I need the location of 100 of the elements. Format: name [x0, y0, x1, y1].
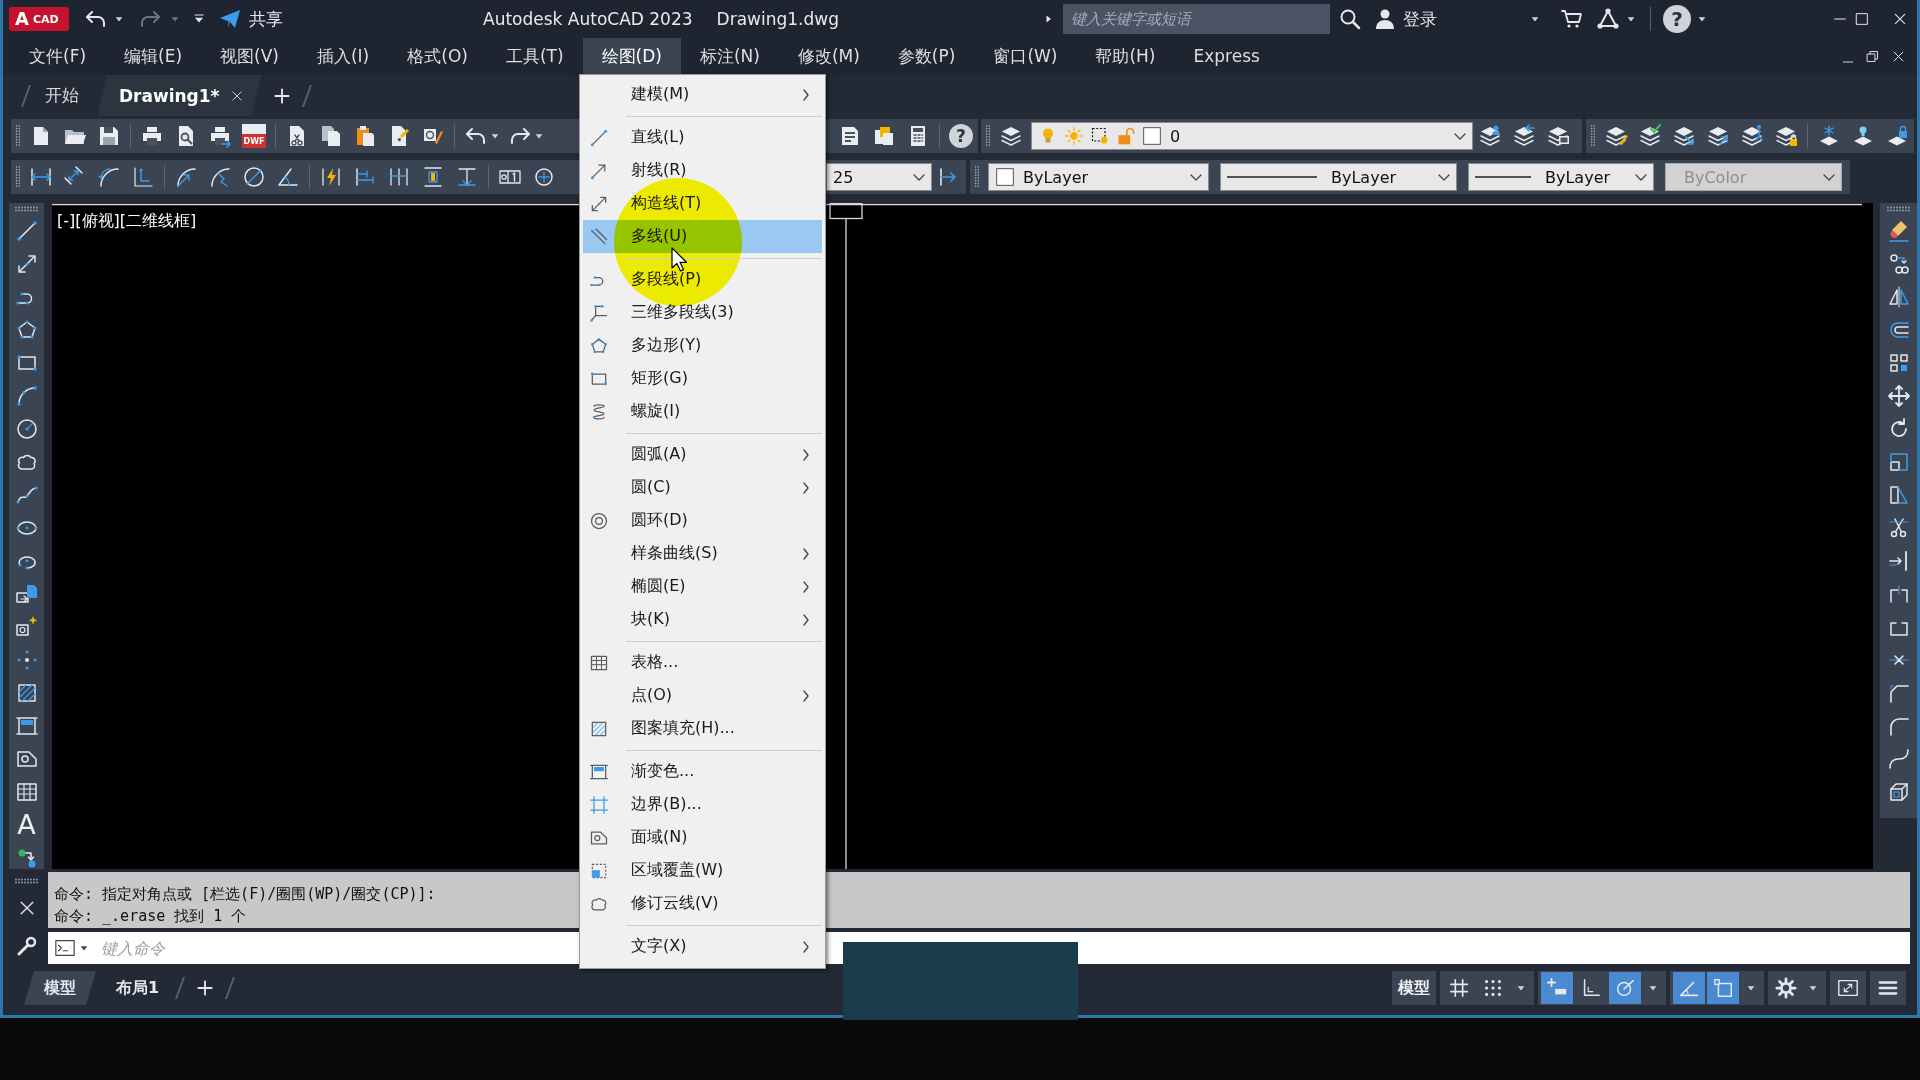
dim-linear-icon[interactable]: [29, 165, 53, 189]
dim-arc-icon[interactable]: [97, 165, 121, 189]
chevron-down-icon[interactable]: [913, 172, 925, 182]
layer-arrow-down-icon[interactable]: [1672, 124, 1696, 148]
menu-bar-item[interactable]: 修改(M): [778, 38, 879, 75]
menu-item[interactable]: 椭圆(E): [583, 570, 822, 603]
chevron-down-icon[interactable]: [1454, 131, 1466, 141]
menu-bar-item[interactable]: 格式(O): [388, 38, 487, 75]
triangle-nodes-icon[interactable]: [1596, 7, 1620, 31]
layer-dropdown[interactable]: 0: [1031, 122, 1473, 150]
share-button[interactable]: 共享: [218, 7, 283, 31]
file-tab[interactable]: 开始: [27, 75, 97, 116]
color-swatch-icon[interactable]: [1142, 126, 1162, 146]
caret-icon[interactable]: [1626, 14, 1636, 24]
menu-item[interactable]: 射线(R): [583, 154, 822, 187]
menu-bar-item[interactable]: Express: [1174, 38, 1279, 75]
chevron-down-icon[interactable]: [1190, 172, 1202, 182]
layout-tab[interactable]: 布局1: [96, 971, 180, 1005]
menu-item[interactable]: 表格...: [583, 646, 822, 679]
layer-figure-icon[interactable]: [1740, 124, 1764, 148]
layer-check-icon[interactable]: [1638, 124, 1662, 148]
menu-item[interactable]: 直线(L): [583, 121, 822, 154]
mirror-triangles-icon[interactable]: [1886, 284, 1911, 309]
color-dropdown[interactable]: ByLayer: [988, 163, 1209, 191]
menu-item[interactable]: 面域(N): [583, 821, 822, 854]
caret-icon[interactable]: [1530, 14, 1540, 24]
dimension-style-dropdown[interactable]: 25: [826, 163, 932, 191]
arc-icon[interactable]: [14, 383, 39, 408]
lineweight-dropdown[interactable]: ByLayer: [1468, 163, 1654, 191]
nested-squares-toggle[interactable]: [1707, 972, 1739, 1004]
layer-brush-icon[interactable]: [1604, 124, 1628, 148]
sign-in-button[interactable]: 登录: [1373, 7, 1437, 31]
grip-handle-icon[interactable]: [14, 878, 39, 884]
close-icon[interactable]: [1891, 49, 1906, 64]
layer-monitor-icon[interactable]: [1546, 124, 1570, 148]
plus-bar-toggle[interactable]: [1541, 972, 1573, 1004]
blend-curve-icon[interactable]: [1886, 746, 1911, 771]
block-sparkle-icon[interactable]: [14, 614, 39, 639]
menu-item[interactable]: 多段线(P): [583, 263, 822, 296]
model-space-button[interactable]: 模型: [1392, 971, 1436, 1005]
help-button[interactable]: ?: [1663, 5, 1691, 33]
menu-item[interactable]: 圆环(D): [583, 504, 822, 537]
move-arrows-icon[interactable]: [1886, 383, 1911, 408]
restore-icon[interactable]: [1865, 49, 1880, 64]
circle-icon[interactable]: [14, 416, 39, 441]
search-field[interactable]: 键入关键字或短语: [1063, 4, 1330, 34]
dim-radius-icon[interactable]: [174, 165, 198, 189]
diagonal-line-icon[interactable]: [14, 218, 39, 243]
layer-lock-icon[interactable]: [1774, 124, 1798, 148]
menu-item[interactable]: 圆(C): [583, 471, 822, 504]
menu-bar-item[interactable]: 标注(N): [680, 38, 779, 75]
help-button[interactable]: ?: [949, 124, 973, 148]
grip-handle-icon[interactable]: [1590, 125, 1596, 147]
chevron-down-icon[interactable]: [1635, 172, 1647, 182]
grip-handle-icon[interactable]: [985, 125, 991, 147]
center-mark-icon[interactable]: [532, 165, 556, 189]
sheet-folders-icon[interactable]: [872, 124, 896, 148]
text-tool-button[interactable]: A: [14, 812, 39, 837]
caret-icon[interactable]: [1648, 983, 1658, 993]
linetype-dropdown[interactable]: ByLayer: [1220, 163, 1457, 191]
layout-tab[interactable]: 模型: [24, 971, 96, 1005]
search-icon[interactable]: [1338, 7, 1362, 31]
dim-baseline-icon[interactable]: [353, 165, 377, 189]
caret-icon[interactable]: [534, 131, 544, 141]
menu-item[interactable]: 多线(U): [583, 220, 822, 253]
grip-handle-icon[interactable]: [15, 166, 21, 188]
copy-files-icon[interactable]: [319, 124, 343, 148]
chevron-down-icon[interactable]: [1438, 172, 1450, 182]
app-logo[interactable]: A CAD: [9, 7, 69, 31]
maximize-icon[interactable]: [1854, 11, 1870, 27]
dim-ordinate-icon[interactable]: [131, 165, 155, 189]
caret-icon[interactable]: [1808, 983, 1818, 993]
menu-item[interactable]: 样条曲线(S): [583, 537, 822, 570]
dim-diameter-icon[interactable]: [242, 165, 266, 189]
eraser-icon[interactable]: [1886, 218, 1911, 243]
layer-stack-icon[interactable]: [999, 124, 1023, 148]
menu-item[interactable]: 螺旋(I): [583, 395, 822, 428]
printer-icon[interactable]: [140, 124, 164, 148]
menu-bar-item[interactable]: 视图(V): [201, 38, 298, 75]
dwf-button[interactable]: DWF: [242, 124, 266, 148]
menu-item[interactable]: 多边形(Y): [583, 329, 822, 362]
menu-bar-item[interactable]: 工具(T): [486, 38, 583, 75]
menu-item[interactable]: 边界(B)...: [583, 788, 822, 821]
layer-arrow-up-icon[interactable]: [1706, 124, 1730, 148]
caret-icon[interactable]: [1697, 14, 1707, 24]
dashed-square-sun-icon[interactable]: [1090, 126, 1110, 146]
file-tab[interactable]: Drawing1*: [97, 75, 262, 116]
close-icon[interactable]: [1892, 11, 1908, 27]
caret-icon[interactable]: [490, 131, 500, 141]
menu-item[interactable]: 建模(M): [583, 78, 822, 111]
fullscreen-icon[interactable]: [1837, 977, 1859, 999]
menu-item[interactable]: 图案填充(H)...: [583, 712, 822, 745]
terminal-icon[interactable]: [54, 937, 76, 959]
grip-handle-icon[interactable]: [974, 166, 980, 188]
menu-item[interactable]: 渐变色...: [583, 755, 822, 788]
menu-item[interactable]: 点(O): [583, 679, 822, 712]
caret-icon[interactable]: [1746, 983, 1756, 993]
viewport-label[interactable]: [-][俯视][二维线框]: [57, 211, 197, 230]
grip-handle-icon[interactable]: [14, 206, 39, 212]
menu-bar-item[interactable]: 绘图(D): [582, 38, 681, 75]
